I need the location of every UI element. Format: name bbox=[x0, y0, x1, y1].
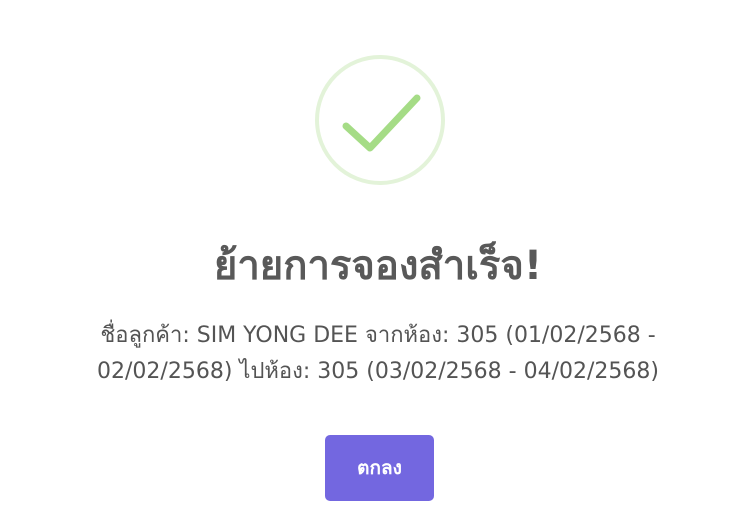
success-checkmark-icon bbox=[314, 54, 446, 186]
success-dialog: ย้ายการจองสำเร็จ! ชื่อลูกค้า: SIM YONG D… bbox=[0, 0, 756, 530]
confirm-button[interactable]: ตกลง bbox=[325, 435, 434, 501]
dialog-message: ชื่อลูกค้า: SIM YONG DEE จากห้อง: 305 (0… bbox=[97, 323, 659, 384]
dialog-title: ย้ายการจองสำเร็จ! bbox=[213, 243, 543, 289]
